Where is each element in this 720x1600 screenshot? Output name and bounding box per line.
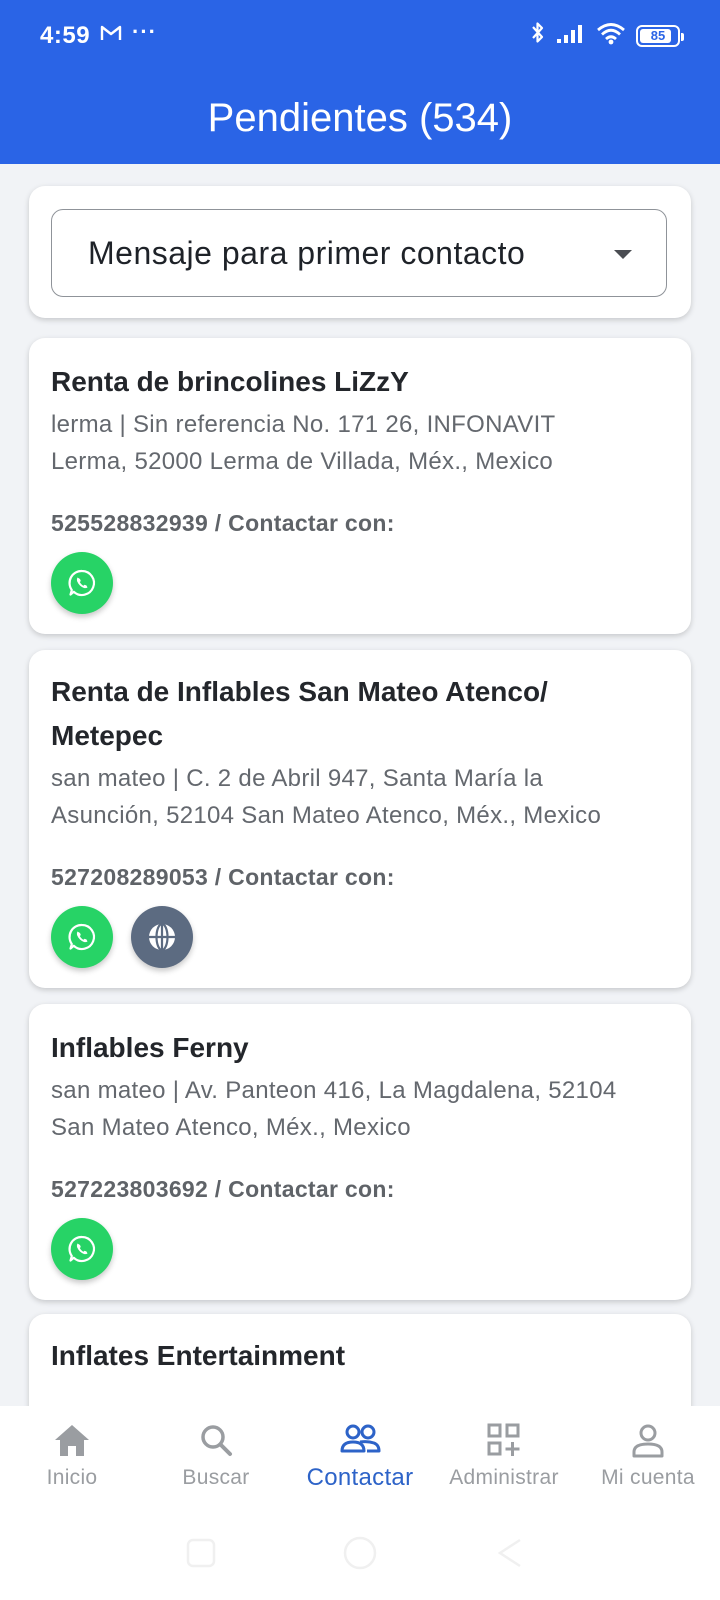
nav-label: Administrar: [449, 1466, 559, 1489]
status-time: 4:59: [40, 22, 91, 49]
wifi-icon: [596, 21, 626, 50]
nav-item-contactar[interactable]: Contactar: [288, 1420, 432, 1492]
gmail-icon: [100, 24, 122, 47]
listing-card[interactable]: Inflables Ferny san mateo | Av. Panteon …: [29, 1004, 691, 1300]
app-bar: Pendientes (534): [0, 72, 720, 164]
listing-card[interactable]: Renta de Inflables San Mateo Atenco/ Met…: [29, 650, 691, 988]
home-icon: [55, 1425, 89, 1456]
website-button[interactable]: [131, 906, 193, 968]
nav-label: Buscar: [182, 1466, 250, 1489]
whatsapp-icon: [68, 569, 96, 597]
bluetooth-icon: [530, 20, 546, 51]
grid-add-icon: [487, 1423, 520, 1456]
nav-item-buscar[interactable]: Buscar: [144, 1422, 288, 1490]
whatsapp-button[interactable]: [51, 552, 113, 614]
listing-card[interactable]: Renta de brincolines LiZzY lerma | Sin r…: [29, 338, 691, 634]
listing-name-line: Metepec: [51, 720, 164, 751]
people-icon: [340, 1424, 381, 1453]
globe-icon: [149, 922, 175, 952]
listing-address-line: san mateo | Av. Panteon 416, La Magdalen…: [51, 1077, 617, 1104]
whatsapp-icon: [68, 1235, 96, 1263]
listing-address-line: Asunción, 52104 San Mateo Atenco, Méx., …: [51, 802, 602, 829]
recent-apps-icon[interactable]: [186, 1538, 216, 1568]
listing-name: Renta de brincolines LiZzY: [51, 366, 409, 397]
system-navigation-bar: [0, 1516, 720, 1600]
listing-address-line: san mateo | C. 2 de Abril 947, Santa Mar…: [51, 765, 543, 792]
listing-name: Inflates Entertainment: [51, 1340, 346, 1371]
message-template-dropdown[interactable]: Mensaje para primer contacto: [51, 209, 667, 297]
page-title: Pendientes (534): [207, 95, 513, 140]
more-notifications-icon: ···: [132, 19, 157, 44]
back-icon[interactable]: [497, 1538, 521, 1568]
listing-address-line: Lerma, 52000 Lerma de Villada, Méx., Mex…: [51, 448, 554, 475]
person-icon: [632, 1424, 664, 1458]
listing-phone: 527208289053 / Contactar con:: [51, 864, 395, 890]
nav-item-mi-cuenta[interactable]: Mi cuenta: [576, 1422, 720, 1490]
bottom-navigation: Inicio Buscar Contactar Administrar Mi c…: [0, 1406, 720, 1516]
listing-phone: 527223803692 / Contactar con:: [51, 1176, 395, 1202]
listing-address-line: lerma | Sin referencia No. 171 26, INFON…: [51, 411, 556, 438]
signal-icon: [556, 22, 586, 49]
listing-name: Inflables Ferny: [51, 1032, 249, 1063]
listing-address-line: San Mateo Atenco, Méx., Mexico: [51, 1114, 411, 1141]
listing-phone: 525528832939 / Contactar con:: [51, 510, 395, 536]
nav-label: Inicio: [46, 1466, 98, 1489]
search-icon: [201, 1425, 232, 1456]
status-bar: 4:59 ··· 85: [0, 0, 720, 72]
whatsapp-button[interactable]: [51, 906, 113, 968]
dropdown-selected-value: Mensaje para primer contacto: [88, 234, 526, 271]
nav-label: Mi cuenta: [601, 1466, 695, 1489]
listing-card[interactable]: Inflates Entertainment: [29, 1314, 691, 1406]
nav-item-administrar[interactable]: Administrar: [432, 1422, 576, 1490]
whatsapp-icon: [68, 923, 96, 951]
message-selector-card: Mensaje para primer contacto: [29, 186, 691, 318]
caret-down-icon: [614, 250, 632, 259]
whatsapp-button[interactable]: [51, 1218, 113, 1280]
battery-text: 85: [650, 28, 666, 43]
listing-name-line: Renta de Inflables San Mateo Atenco/: [51, 676, 548, 707]
nav-label: Contactar: [306, 1464, 414, 1491]
nav-item-inicio[interactable]: Inicio: [0, 1422, 144, 1490]
home-system-icon[interactable]: [343, 1536, 377, 1570]
contact-list[interactable]: Mensaje para primer contacto Renta de br…: [0, 164, 720, 1406]
battery-icon: 85: [636, 24, 684, 47]
